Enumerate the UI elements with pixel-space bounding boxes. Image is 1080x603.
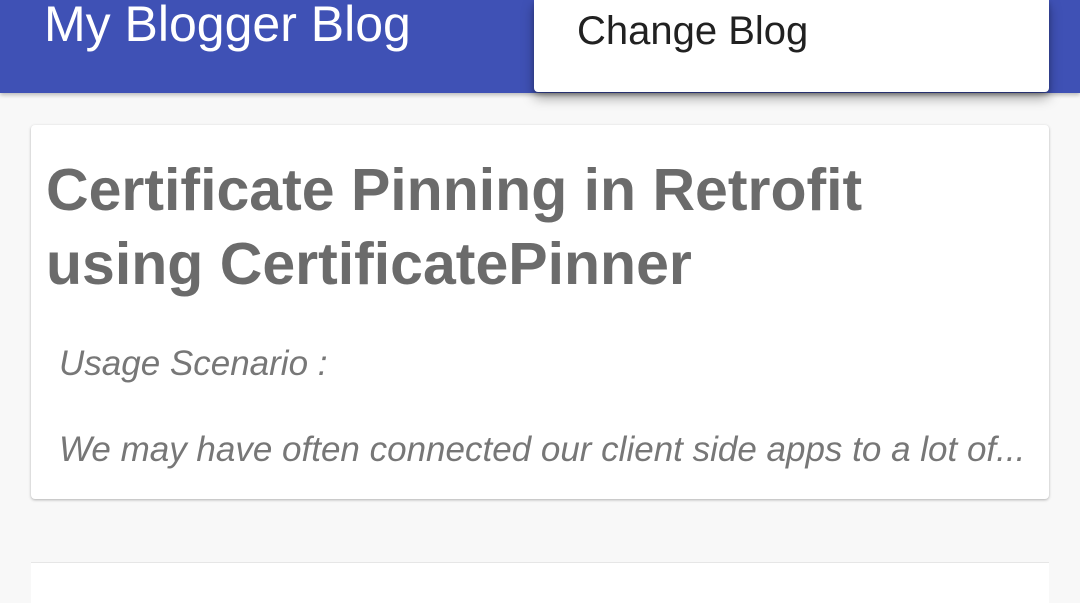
post-snippet-line: Usage Scenario : <box>59 344 328 383</box>
overflow-menu: Change Blog <box>534 0 1049 92</box>
post-title: Certificate Pinning in Retrofit using Ce… <box>46 157 863 297</box>
menu-item-label: Change Blog <box>577 9 809 53</box>
menu-item-change-blog[interactable]: Change Blog <box>534 0 1049 66</box>
post-card-partial[interactable] <box>31 562 1049 603</box>
post-snippet-line: We may have often connected our client s… <box>59 430 1026 469</box>
app-title: My Blogger Blog <box>44 0 411 52</box>
post-card[interactable]: Certificate Pinning in Retrofit using Ce… <box>31 125 1049 499</box>
